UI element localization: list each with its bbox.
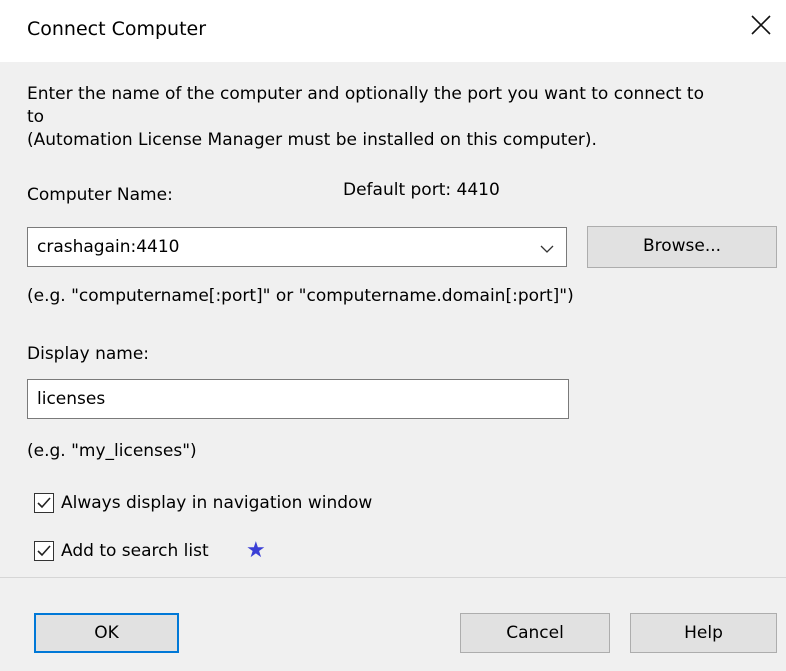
add-to-search-list-label[interactable]: Add to search list <box>61 541 209 561</box>
dialog-title: Connect Computer <box>27 18 207 40</box>
footer-divider <box>0 577 786 578</box>
browse-button[interactable]: Browse... <box>587 226 777 268</box>
instructions-line: to <box>27 107 45 127</box>
chevron-down-icon[interactable] <box>540 241 554 255</box>
always-display-label[interactable]: Always display in navigation window <box>61 493 372 513</box>
display-name-label: Display name: <box>27 344 150 364</box>
help-button[interactable]: Help <box>630 613 777 653</box>
computer-name-value: crashagain:4410 <box>37 237 180 257</box>
computer-name-label: Computer Name: <box>27 185 173 205</box>
ok-button[interactable]: OK <box>34 613 179 653</box>
computer-name-hint: (e.g. "computername[:port]" or "computer… <box>27 286 574 306</box>
display-name-value: licenses <box>37 389 106 409</box>
computer-name-combobox[interactable]: crashagain:4410 <box>27 227 567 267</box>
instructions-line: Enter the name of the computer and optio… <box>27 84 704 104</box>
title-bar: Connect Computer <box>0 0 786 62</box>
star-icon: ★ <box>246 538 266 563</box>
default-port-label: Default port: 4410 <box>343 180 500 200</box>
instructions-text: Enter the name of the computer and optio… <box>27 83 767 152</box>
cancel-button[interactable]: Cancel <box>460 613 610 653</box>
display-name-input[interactable]: licenses <box>27 379 569 419</box>
add-to-search-list-checkbox[interactable] <box>34 541 54 561</box>
connect-computer-dialog: Connect Computer Enter the name of the c… <box>0 0 786 671</box>
instructions-line: (Automation License Manager must be inst… <box>27 130 597 150</box>
display-name-hint: (e.g. "my_licenses") <box>27 441 197 461</box>
always-display-checkbox[interactable] <box>34 493 54 513</box>
close-icon[interactable] <box>750 12 772 42</box>
